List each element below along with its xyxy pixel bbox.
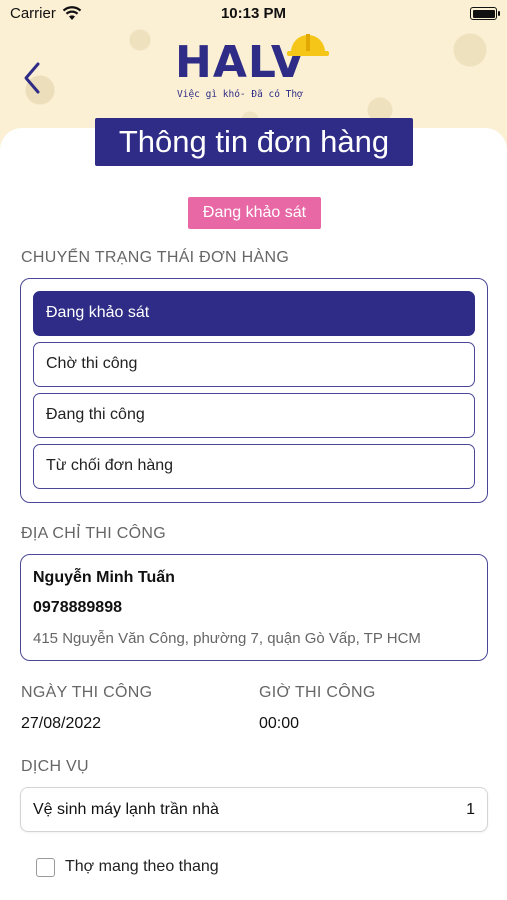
- time-value: 00:00: [259, 715, 300, 732]
- status-badge: Đang khảo sát: [188, 197, 321, 229]
- service-qty: 1: [466, 801, 475, 818]
- status-bar: Carrier 10:13 PM: [0, 0, 507, 28]
- status-section-label: CHUYỂN TRẠNG THÁI ĐƠN HÀNG: [21, 249, 290, 266]
- back-chevron-icon[interactable]: [18, 58, 48, 98]
- battery-icon: [470, 7, 500, 20]
- date-value: 27/08/2022: [21, 715, 102, 732]
- status-option-surveying[interactable]: Đang khảo sát: [33, 291, 475, 336]
- service-name: Vệ sinh máy lạnh trần nhà: [33, 801, 219, 818]
- halv-logo: HALV Việc gì khó- Đã có Thợ: [175, 28, 335, 106]
- date-label: NGÀY THI CÔNG: [21, 684, 153, 701]
- time-label: GIỜ THI CÔNG: [259, 684, 376, 701]
- status-options-card: Đang khảo sát Chờ thi công Đang thi công…: [20, 278, 488, 503]
- content-sheet: [0, 128, 507, 900]
- address-section-label: ĐỊA CHỈ THI CÔNG: [21, 525, 166, 542]
- clock: 10:13 PM: [220, 5, 287, 22]
- customer-address: 415 Nguyễn Văn Công, phường 7, quận Gò V…: [33, 630, 421, 647]
- service-section-label: DỊCH VỤ: [21, 758, 89, 775]
- status-option-in-progress[interactable]: Đang thi công: [33, 393, 475, 438]
- service-item: Vệ sinh máy lạnh trần nhà 1: [20, 787, 488, 832]
- customer-phone: 0978889898: [33, 599, 122, 616]
- customer-name: Nguyễn Minh Tuấn: [33, 569, 175, 586]
- status-option-reject[interactable]: Từ chối đơn hàng: [33, 444, 475, 489]
- helmet-icon: [287, 34, 329, 56]
- ladder-checkbox-label[interactable]: Thợ mang theo thang: [65, 858, 219, 876]
- ladder-checkbox[interactable]: [36, 858, 55, 877]
- logo-tagline: Việc gì khó- Đã có Thợ: [177, 89, 303, 100]
- address-card: Nguyễn Minh Tuấn 0978889898 415 Nguyễn V…: [20, 554, 488, 661]
- page-title: Thông tin đơn hàng: [95, 118, 413, 166]
- status-option-waiting[interactable]: Chờ thi công: [33, 342, 475, 387]
